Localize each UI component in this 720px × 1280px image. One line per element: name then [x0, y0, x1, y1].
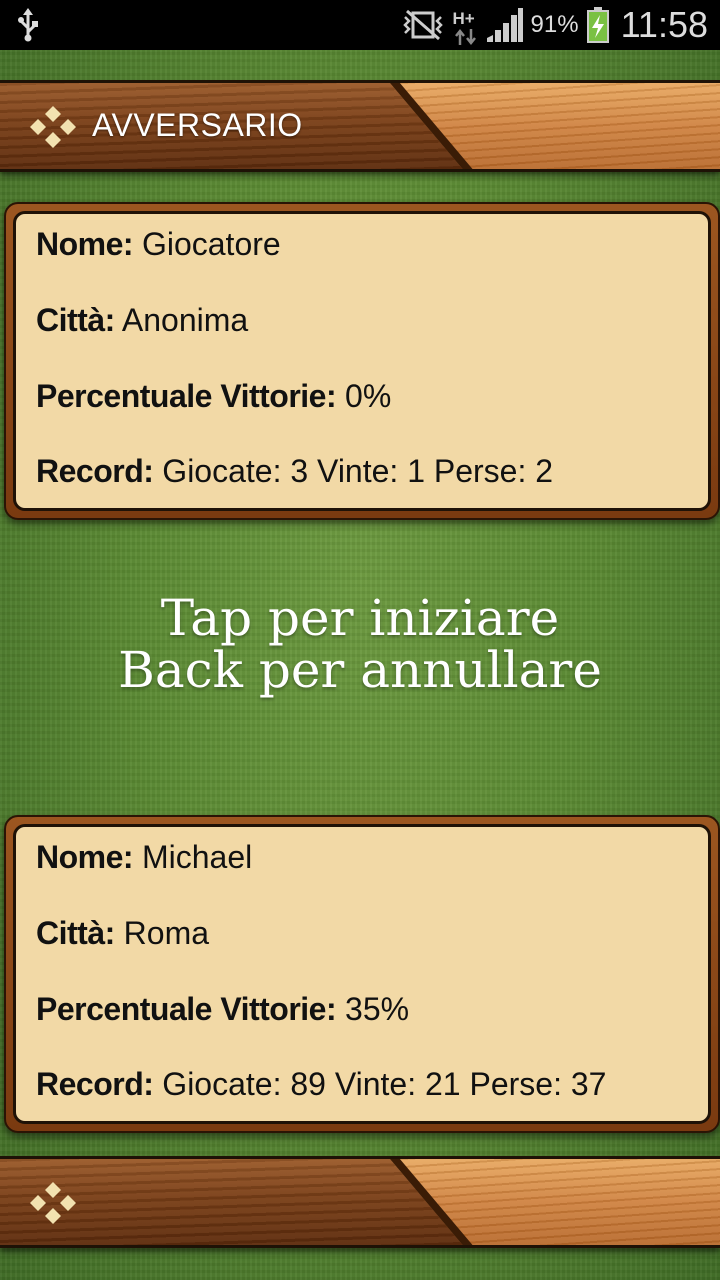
footer-bar: [0, 1156, 720, 1248]
player-record-row: Record: Giocate: 89 Vinte: 21 Perse: 37: [36, 1066, 606, 1103]
header-bar: AVVERSARIO: [0, 80, 720, 172]
opponent-city: Anonima: [121, 302, 249, 338]
prompt-line-tap: Tap per iniziare: [160, 589, 560, 647]
player-card: Nome: Michael Città: Roma Percentuale Vi…: [4, 815, 720, 1133]
city-label: Città:: [36, 302, 115, 338]
win-pct-label: Percentuale Vittorie:: [36, 991, 337, 1027]
record-label: Record:: [36, 453, 154, 489]
prompt-line-back: Back per annullare: [118, 641, 602, 699]
player-record: Giocate: 89 Vinte: 21 Perse: 37: [162, 1066, 607, 1102]
opponent-win-pct: 0%: [345, 378, 392, 414]
signal-icon: [486, 8, 523, 42]
name-label: Nome:: [36, 226, 134, 262]
player-city-row: Città: Roma: [36, 915, 209, 952]
name-label: Nome:: [36, 839, 134, 875]
opponent-city-row: Città: Anonima: [36, 302, 248, 339]
record-label: Record:: [36, 1066, 154, 1102]
opponent-winpct-row: Percentuale Vittorie: 0%: [36, 378, 391, 415]
player-city: Roma: [123, 915, 210, 951]
player-winpct-row: Percentuale Vittorie: 35%: [36, 991, 409, 1028]
diamond-logo-icon: [30, 106, 76, 148]
vibrate-muted-icon: [402, 9, 443, 41]
player-card-content: Nome: Michael Città: Roma Percentuale Vi…: [13, 824, 711, 1124]
data-indicator: H+: [453, 5, 479, 45]
battery-charging-icon: [586, 7, 609, 43]
tap-to-start-prompt[interactable]: Tap per iniziare Back per annullare: [0, 592, 720, 696]
status-bar: H+ 91% 11:58: [0, 0, 720, 50]
opponent-record-row: Record: Giocate: 3 Vinte: 1 Perse: 2: [36, 453, 553, 490]
diamond-logo-icon: [30, 1182, 76, 1224]
opponent-name-row: Nome: Giocatore: [36, 226, 281, 263]
opponent-record: Giocate: 3 Vinte: 1 Perse: 2: [162, 453, 554, 489]
city-label: Città:: [36, 915, 115, 951]
opponent-card: Nome: Giocatore Città: Anonima Percentua…: [4, 202, 720, 520]
usb-icon: [18, 8, 38, 42]
clock: 11:58: [620, 4, 708, 45]
page-title: AVVERSARIO: [92, 107, 303, 143]
player-name-row: Nome: Michael: [36, 839, 252, 876]
network-type-label: H+: [452, 9, 475, 28]
data-arrows-icon: [454, 29, 476, 45]
win-pct-label: Percentuale Vittorie:: [36, 378, 337, 414]
battery-percent: 91%: [530, 11, 579, 38]
player-name: Michael: [141, 839, 253, 875]
opponent-name: Giocatore: [141, 226, 281, 262]
opponent-card-content: Nome: Giocatore Città: Anonima Percentua…: [13, 211, 711, 511]
player-win-pct: 35%: [345, 991, 410, 1027]
